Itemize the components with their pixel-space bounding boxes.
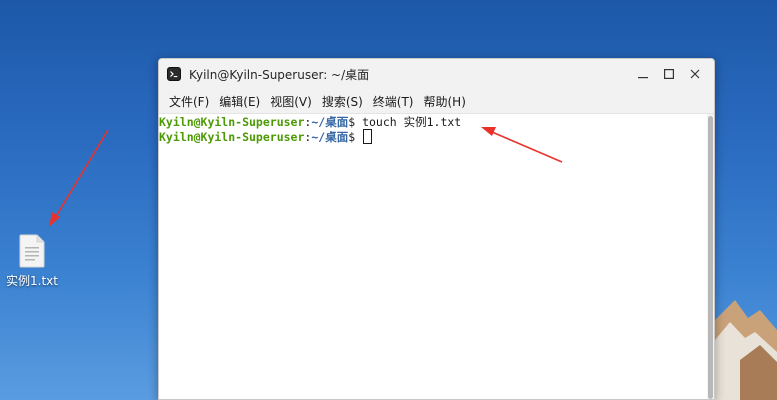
menu-search[interactable]: 搜索(S) — [317, 93, 368, 110]
desktop-file-label: 实例1.txt — [6, 274, 58, 288]
window-controls — [630, 59, 708, 89]
terminal-command: touch 实例1.txt — [355, 115, 462, 129]
prompt-path: ~/桌面 — [311, 130, 349, 144]
minimize-button[interactable] — [630, 61, 656, 87]
close-button[interactable] — [682, 61, 708, 87]
terminal-icon — [167, 67, 181, 81]
close-icon — [690, 69, 700, 79]
menu-view[interactable]: 视图(V) — [265, 93, 317, 110]
menu-file[interactable]: 文件(F) — [164, 93, 214, 110]
terminal-command — [355, 130, 362, 144]
menu-edit[interactable]: 编辑(E) — [214, 93, 265, 110]
terminal-line: Kyiln@Kyiln-Superuser:~/桌面$ touch 实例1.tx… — [159, 115, 714, 129]
minimize-icon — [638, 77, 648, 79]
prompt-user: Kyiln@Kyiln-Superuser — [159, 130, 305, 144]
prompt-user: Kyiln@Kyiln-Superuser — [159, 115, 305, 129]
prompt-path: ~/桌面 — [311, 115, 349, 129]
text-file-icon — [19, 234, 45, 268]
menu-help[interactable]: 帮助(H) — [419, 93, 471, 110]
terminal-scrollbar[interactable] — [707, 114, 714, 399]
terminal-output[interactable]: Kyiln@Kyiln-Superuser:~/桌面$ touch 实例1.tx… — [159, 114, 714, 399]
maximize-button[interactable] — [656, 61, 682, 87]
desktop-file-shortcut[interactable]: 实例1.txt — [4, 234, 60, 289]
terminal-window: Kyiln@Kyiln-Superuser: ~/桌面 文件(F) 编辑(E) … — [158, 58, 715, 400]
maximize-icon — [664, 69, 674, 79]
menu-terminal[interactable]: 终端(T) — [368, 93, 419, 110]
terminal-line: Kyiln@Kyiln-Superuser:~/桌面$ — [159, 129, 714, 144]
menu-bar: 文件(F) 编辑(E) 视图(V) 搜索(S) 终端(T) 帮助(H) — [159, 89, 714, 114]
scrollbar-thumb[interactable] — [708, 116, 713, 399]
window-titlebar[interactable]: Kyiln@Kyiln-Superuser: ~/桌面 — [159, 59, 714, 89]
window-title: Kyiln@Kyiln-Superuser: ~/桌面 — [189, 67, 370, 82]
terminal-cursor — [363, 129, 373, 144]
